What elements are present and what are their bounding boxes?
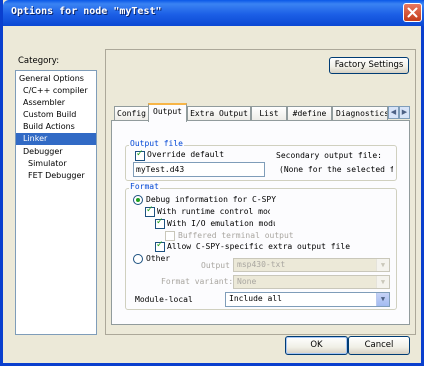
- factory-settings-button[interactable]: Factory Settings: [329, 57, 409, 74]
- module-local-value: Include all: [229, 294, 282, 303]
- module-local-label: Module-local: [135, 295, 193, 304]
- runtime-control-label: With runtime control mod: [157, 207, 270, 216]
- override-default-label: Override default: [147, 150, 225, 159]
- output-format-label: Output: [201, 261, 230, 270]
- chevron-down-icon: ▼: [376, 276, 389, 288]
- secondary-output-value: (None for the selected fo: [279, 165, 393, 174]
- tab-output[interactable]: Output: [148, 103, 187, 122]
- format-variant-select[interactable]: None ▼: [233, 275, 390, 289]
- tab-config[interactable]: Config: [114, 106, 149, 121]
- io-emulation-checkbox[interactable]: [155, 217, 165, 229]
- io-emulation-label: With I/O emulation modu: [167, 219, 275, 228]
- buffered-output-checkbox[interactable]: [165, 231, 175, 241]
- category-item-linker[interactable]: Linker: [16, 133, 96, 145]
- other-format-radio[interactable]: [133, 254, 143, 264]
- output-file-group-title: Output file: [129, 139, 184, 148]
- category-item-fet-debugger[interactable]: FET Debugger: [16, 170, 108, 182]
- format-variant-label: Format variant:: [161, 277, 234, 286]
- title-bar[interactable]: Options for node "myTest": [3, 0, 424, 26]
- ok-button[interactable]: OK: [285, 336, 348, 355]
- tab-scroll-arrows: ◀ ▶: [388, 106, 410, 119]
- category-item-build-actions[interactable]: Build Actions: [16, 121, 103, 133]
- buffered-output-label: Buffered terminal output: [178, 231, 294, 240]
- tab-scroll-left-icon[interactable]: ◀: [388, 106, 399, 119]
- tab-define[interactable]: #define: [287, 106, 332, 121]
- category-item-cpp-compiler[interactable]: C/C++ compiler: [16, 85, 103, 97]
- output-format-value: msp430-txt: [237, 260, 286, 269]
- category-item-general-options[interactable]: General Options: [16, 73, 99, 85]
- debug-info-radio[interactable]: [133, 195, 143, 205]
- other-format-label: Other: [146, 254, 171, 263]
- module-local-select[interactable]: Include all ▼: [225, 292, 390, 307]
- category-item-simulator[interactable]: Simulator: [16, 158, 108, 170]
- category-item-assembler[interactable]: Assembler: [16, 97, 103, 109]
- chevron-down-icon: ▼: [376, 259, 389, 271]
- output-filename-input[interactable]: myTest.d43: [133, 162, 265, 177]
- close-icon: [407, 7, 418, 18]
- category-list[interactable]: General Options C/C++ compiler Assembler…: [15, 70, 97, 335]
- tab-extra-output[interactable]: Extra Output: [187, 106, 251, 121]
- category-label: Category:: [18, 56, 60, 66]
- category-item-custom-build[interactable]: Custom Build: [16, 109, 103, 121]
- format-variant-value: None: [237, 277, 257, 286]
- format-group-title: Format: [129, 182, 160, 191]
- runtime-control-checkbox[interactable]: [145, 205, 155, 217]
- debug-info-label: Debug information for C-SPY: [146, 195, 277, 204]
- window-title: Options for node "myTest": [11, 6, 162, 17]
- output-format-select[interactable]: msp430-txt ▼: [233, 258, 390, 272]
- tab-list[interactable]: List: [251, 106, 287, 121]
- cancel-button[interactable]: Cancel: [348, 336, 410, 355]
- tab-diagnostics[interactable]: Diagnostics: [332, 106, 388, 121]
- allow-extra-output-label: Allow C-SPY-specific extra output file: [167, 242, 351, 251]
- close-button[interactable]: [403, 3, 422, 22]
- override-default-checkbox[interactable]: [135, 149, 145, 161]
- chevron-down-icon: ▼: [376, 293, 389, 306]
- secondary-output-label: Secondary output file:: [276, 151, 382, 160]
- category-item-debugger[interactable]: Debugger: [16, 146, 103, 158]
- tab-scroll-right-icon[interactable]: ▶: [399, 106, 410, 119]
- allow-extra-output-checkbox[interactable]: [155, 240, 165, 252]
